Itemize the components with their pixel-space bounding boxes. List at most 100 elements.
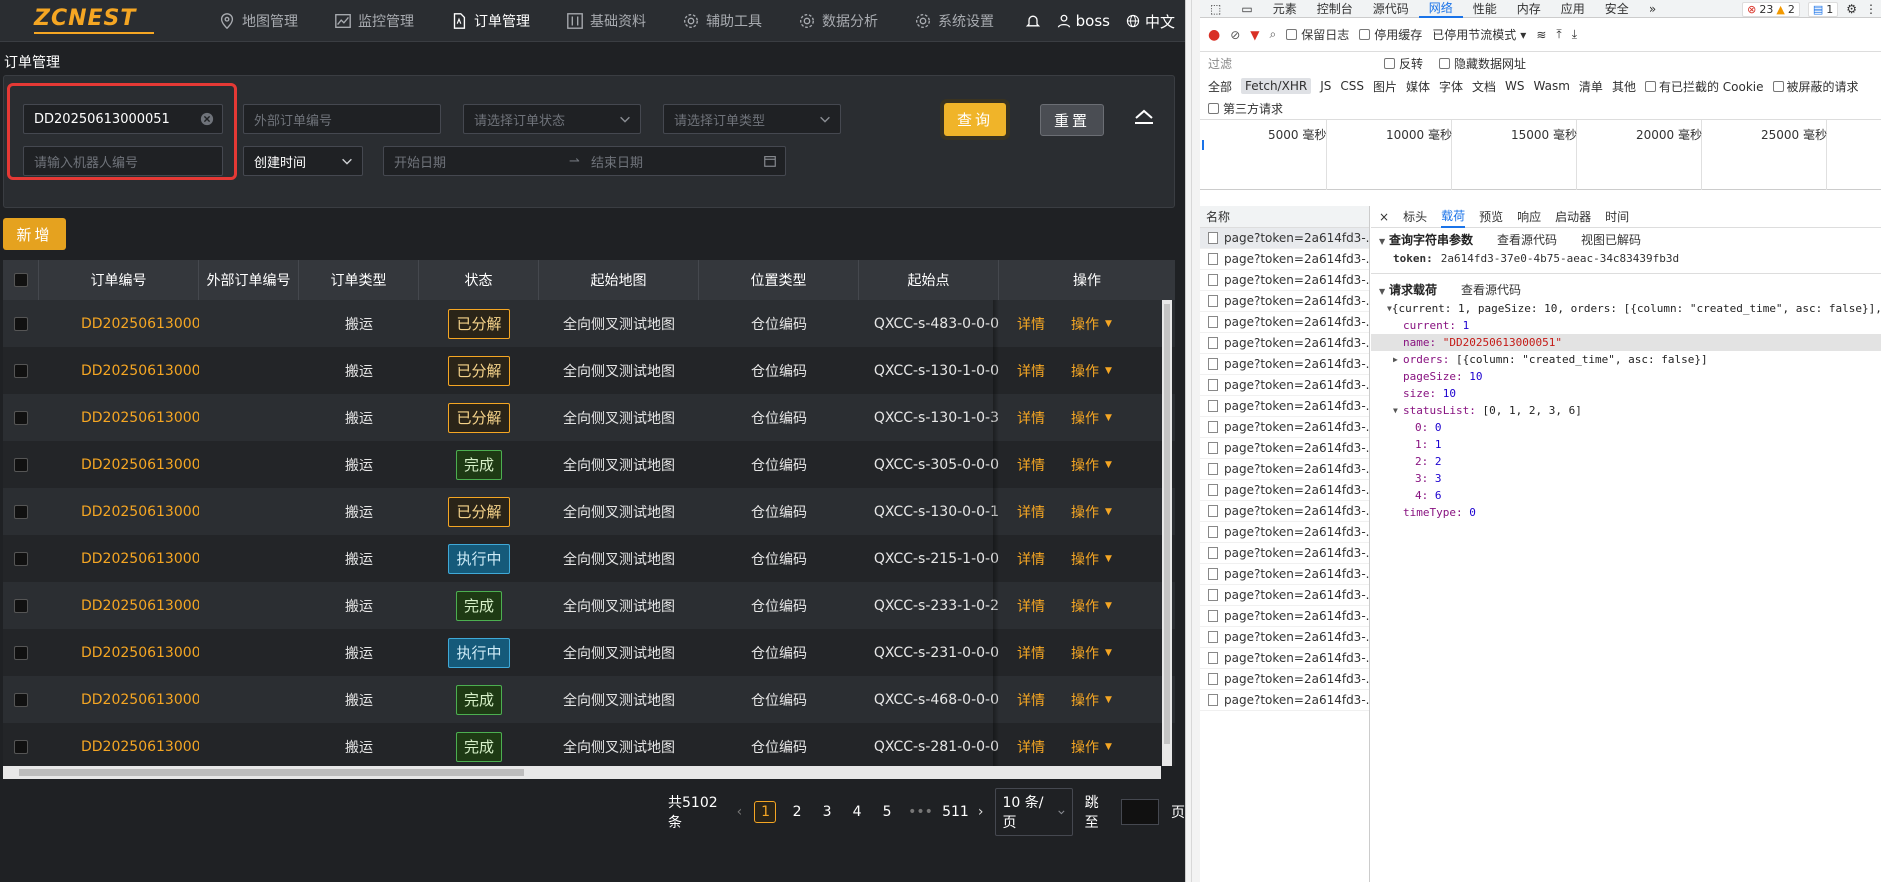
table-row[interactable]: DD20250613000047 搬运 完成 全向侧叉测试地图 仓位编码 QXCC-s-4… xyxy=(3,676,1175,723)
type-css[interactable]: CSS xyxy=(1340,79,1364,93)
request-row[interactable]: page?token=2a614fd3-... xyxy=(1200,249,1369,270)
table-row[interactable]: DD20250613000054 搬运 已分解 全向侧叉测试地图 仓位编码 QXCC-s-… xyxy=(3,347,1175,394)
order-type-select[interactable]: 请选择订单类型 xyxy=(663,104,841,134)
column-header[interactable]: 起始地图 xyxy=(539,260,699,300)
payload-section[interactable]: ▼ 请求载荷 查看源代码 xyxy=(1371,278,1881,300)
checkbox[interactable] xyxy=(1286,29,1298,40)
kebab-menu-icon[interactable]: ⋮ xyxy=(1865,2,1877,16)
request-row[interactable]: page?token=2a614fd3-... xyxy=(1200,690,1369,711)
table-row[interactable]: DD20250613000055 搬运 已分解 全向侧叉测试地图 仓位编码 QXCC-s-… xyxy=(3,300,1175,347)
vertical-scrollbar[interactable] xyxy=(1162,300,1172,766)
type-other[interactable]: 其他 xyxy=(1612,78,1636,95)
tab-memory[interactable]: 内存 xyxy=(1507,0,1551,18)
preserve-log-toggle[interactable]: 保留日志 xyxy=(1286,26,1349,43)
checkbox[interactable] xyxy=(1208,103,1219,114)
request-row[interactable]: page?token=2a614fd3-... xyxy=(1200,396,1369,417)
tab-initiator[interactable]: 启动器 xyxy=(1555,206,1591,228)
tab-network[interactable]: 网络 xyxy=(1418,0,1463,18)
blocked-requests-toggle[interactable]: 被屏蔽的请求 xyxy=(1772,78,1859,95)
search-icon[interactable]: ⌕ xyxy=(1270,27,1277,42)
table-row[interactable]: DD20250613000053 搬运 已分解 全向侧叉测试地图 仓位编码 QXCC-s-… xyxy=(3,394,1175,441)
checkbox[interactable] xyxy=(1439,57,1451,69)
more-actions-dropdown[interactable]: 操作 ▼ xyxy=(1071,549,1112,569)
wifi-icon[interactable]: ≋ xyxy=(1536,28,1546,42)
nav-item-tools[interactable]: 辅助工具 xyxy=(664,0,780,42)
query-button[interactable]: 查询 xyxy=(944,103,1006,136)
order-number-link[interactable]: DD20250613000052 xyxy=(39,457,199,473)
column-header[interactable]: 订单类型 xyxy=(299,260,419,300)
tab-timing[interactable]: 时间 xyxy=(1605,206,1629,228)
more-actions-dropdown[interactable]: 操作 ▼ xyxy=(1071,408,1112,428)
row-checkbox[interactable] xyxy=(14,551,28,566)
request-row[interactable]: page?token=2a614fd3-... xyxy=(1200,585,1369,606)
type-js[interactable]: JS xyxy=(1320,79,1331,93)
request-row[interactable]: page?token=2a614fd3-... xyxy=(1200,459,1369,480)
throttle-select[interactable]: 已停用节流模式 ▾ xyxy=(1432,26,1526,43)
jump-page-input[interactable] xyxy=(1121,799,1159,825)
download-icon[interactable]: ⤓ xyxy=(1572,27,1577,42)
row-checkbox[interactable] xyxy=(14,645,28,660)
order-number-link[interactable]: DD20250613000048 xyxy=(39,645,199,661)
tab-application[interactable]: 应用 xyxy=(1551,0,1595,18)
more-actions-dropdown[interactable]: 操作 ▼ xyxy=(1071,596,1112,616)
view-source-link[interactable]: 查看源代码 xyxy=(1461,281,1521,298)
order-number-link[interactable]: DD20250613000050 xyxy=(39,551,199,567)
detail-link[interactable]: 详情 xyxy=(1017,596,1045,616)
order-number-link[interactable]: DD20250613000046 xyxy=(39,739,199,755)
page-3[interactable]: 3 xyxy=(818,804,836,820)
more-tabs[interactable]: » xyxy=(1639,0,1666,18)
query-params-section[interactable]: ▼ 查询字符串参数 查看源代码 视图已解码 xyxy=(1371,228,1881,250)
column-header[interactable]: 位置类型 xyxy=(699,260,859,300)
page-ellipsis[interactable]: ••• xyxy=(908,804,933,820)
user-menu[interactable]: boss xyxy=(1057,12,1110,30)
tab-preview[interactable]: 预览 xyxy=(1479,206,1503,228)
request-row[interactable]: page?token=2a614fd3-... xyxy=(1200,312,1369,333)
row-checkbox[interactable] xyxy=(14,598,28,613)
hide-data-urls-toggle[interactable]: 隐藏数据网址 xyxy=(1439,55,1526,72)
page-5[interactable]: 5 xyxy=(878,804,896,820)
request-row[interactable]: page?token=2a614fd3-... xyxy=(1200,543,1369,564)
request-row[interactable]: page?token=2a614fd3-... xyxy=(1200,606,1369,627)
prev-page-icon[interactable]: ‹ xyxy=(737,804,743,820)
more-actions-dropdown[interactable]: 操作 ▼ xyxy=(1071,455,1112,475)
detail-link[interactable]: 详情 xyxy=(1017,690,1045,710)
nav-item-orders[interactable]: 订单管理 xyxy=(432,0,548,42)
nav-item-map[interactable]: 地图管理 xyxy=(200,0,316,42)
page-4[interactable]: 4 xyxy=(848,804,866,820)
view-source-link[interactable]: 查看源代码 xyxy=(1497,231,1557,248)
type-images[interactable]: 图片 xyxy=(1373,78,1397,95)
add-button[interactable]: 新增 xyxy=(3,218,66,250)
row-checkbox[interactable] xyxy=(14,457,28,472)
network-filter-input[interactable]: 过滤 xyxy=(1208,54,1368,72)
nav-item-monitor[interactable]: 监控管理 xyxy=(316,0,432,42)
more-actions-dropdown[interactable]: 操作 ▼ xyxy=(1071,737,1112,757)
horizontal-scrollbar[interactable] xyxy=(3,766,1161,779)
network-timeline[interactable]: 5000 毫秒 10000 毫秒 15000 毫秒 20000 毫秒 25000… xyxy=(1200,120,1881,190)
tab-security[interactable]: 安全 xyxy=(1595,0,1639,18)
request-row[interactable]: page?token=2a614fd3-... xyxy=(1200,501,1369,522)
tab-headers[interactable]: 标头 xyxy=(1403,206,1427,228)
more-actions-dropdown[interactable]: 操作 ▼ xyxy=(1071,361,1112,381)
external-order-input[interactable]: 外部订单编号 xyxy=(243,104,441,134)
table-row[interactable]: DD20250613000051 搬运 已分解 全向侧叉测试地图 仓位编码 QXCC-s-… xyxy=(3,488,1175,535)
tab-response[interactable]: 响应 xyxy=(1517,206,1541,228)
request-row[interactable]: page?token=2a614fd3-... xyxy=(1200,564,1369,585)
checkbox[interactable] xyxy=(1384,57,1395,69)
request-row[interactable]: page?token=2a614fd3-... xyxy=(1200,480,1369,501)
name-column-header[interactable]: 名称 xyxy=(1200,206,1369,228)
select-all-checkbox[interactable] xyxy=(13,273,28,287)
more-actions-dropdown[interactable]: 操作 ▼ xyxy=(1071,690,1112,710)
tab-performance[interactable]: 性能 xyxy=(1463,0,1507,18)
page-1[interactable]: 1 xyxy=(754,801,777,823)
order-number-link[interactable]: DD20250613000051 xyxy=(39,504,199,520)
detail-link[interactable]: 详情 xyxy=(1017,737,1045,757)
detail-link[interactable]: 详情 xyxy=(1017,455,1045,475)
tab-payload[interactable]: 载荷 xyxy=(1441,206,1466,228)
payload-orders[interactable]: ▶ orders: [{column: "created_time", asc: … xyxy=(1371,351,1881,368)
upload-icon[interactable]: ⤒ xyxy=(1556,27,1561,42)
invert-toggle[interactable]: 反转 xyxy=(1384,55,1423,72)
reset-button[interactable]: 重置 xyxy=(1040,104,1104,136)
column-header[interactable]: 操作 xyxy=(999,260,1175,300)
more-actions-dropdown[interactable]: 操作 ▼ xyxy=(1071,502,1112,522)
filter-icon[interactable]: ▼ xyxy=(1250,28,1259,42)
